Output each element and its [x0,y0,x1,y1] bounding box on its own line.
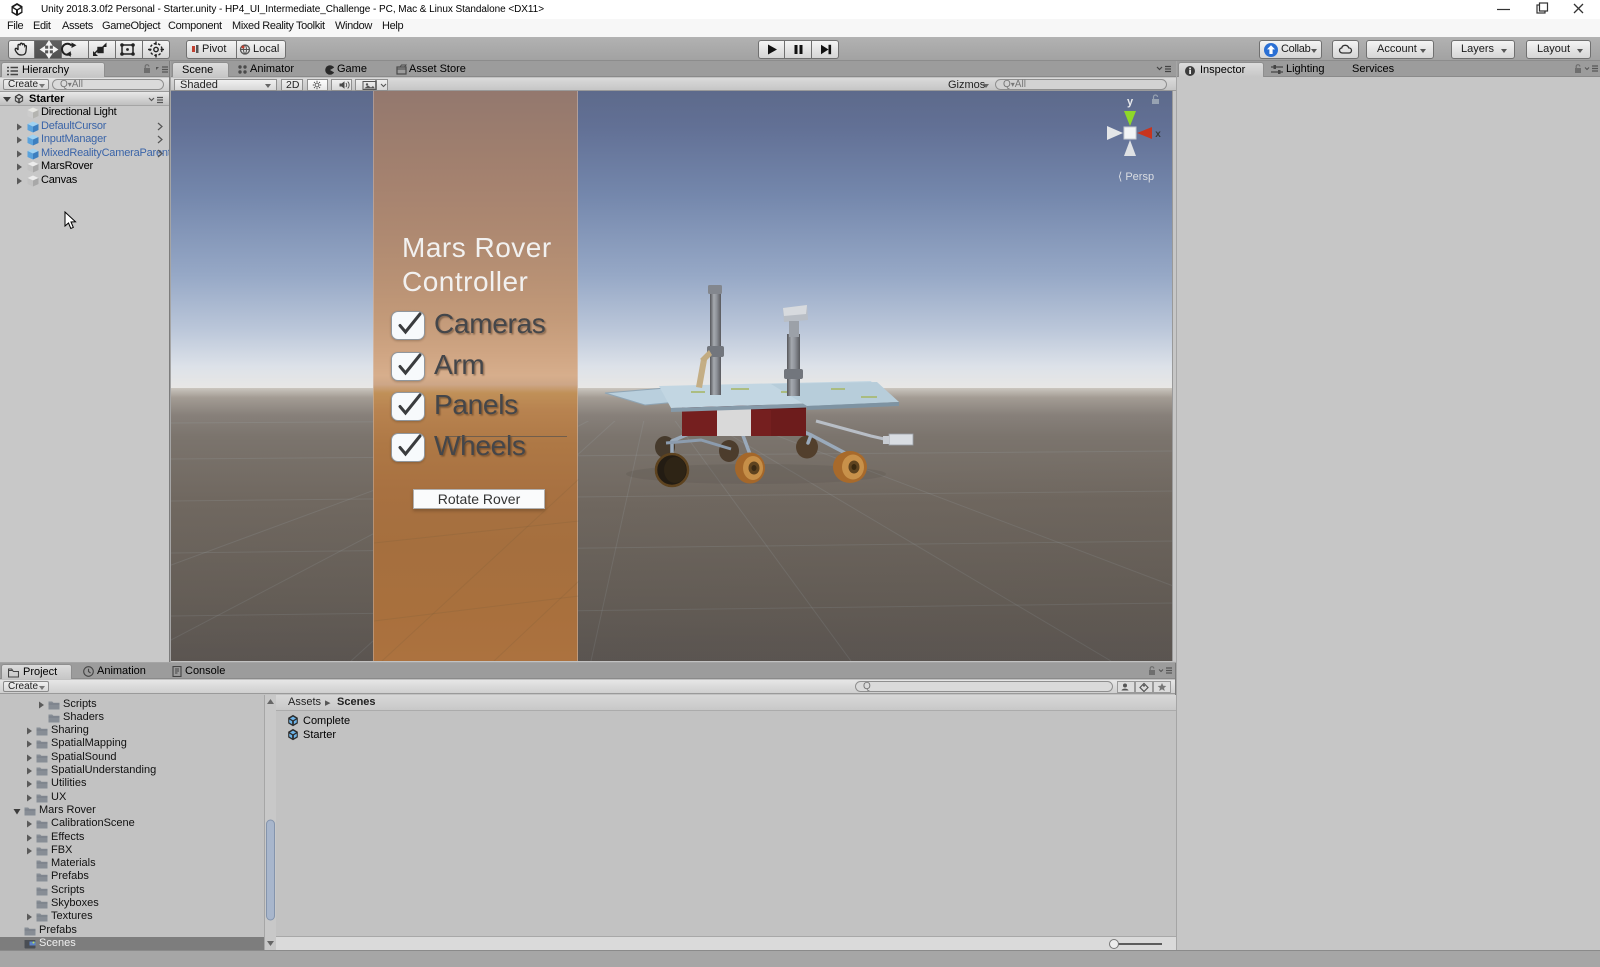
svg-text:x: x [1155,129,1161,140]
svg-text:y: y [1127,96,1134,108]
svg-text:⟨ Persp: ⟨ Persp [1118,171,1154,183]
